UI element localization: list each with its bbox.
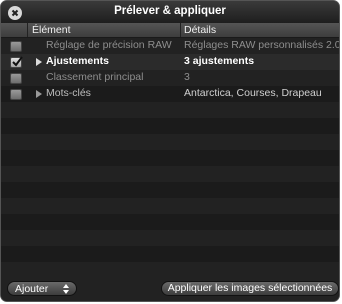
row-details: Réglages RAW personnalisés 2.0 [184, 39, 340, 51]
empty-row [1, 214, 339, 230]
table-header: Élément Détails [1, 23, 339, 38]
row-checkbox[interactable] [10, 56, 23, 68]
table-row[interactable]: Réglage de précision RAW Réglages RAW pe… [1, 38, 339, 54]
column-divider [180, 23, 181, 37]
row-element: Ajustements [46, 55, 110, 67]
row-details: Antarctica, Courses, Drapeau [184, 87, 322, 99]
empty-row [1, 134, 339, 150]
add-popup-label: Ajouter [15, 283, 49, 295]
add-popup-button[interactable]: Ajouter [7, 281, 77, 296]
column-divider [27, 23, 28, 37]
empty-row [1, 246, 339, 262]
empty-row [1, 182, 339, 198]
empty-row [1, 230, 339, 246]
table-row[interactable]: Classement principal 3 [1, 70, 339, 86]
apply-to-selected-button[interactable]: Appliquer les images sélectionnées [161, 281, 339, 296]
title-bar: Prélever & appliquer [1, 1, 339, 24]
table-row[interactable]: Ajustements 3 ajustements [1, 54, 339, 70]
window-title: Prélever & appliquer [114, 5, 226, 17]
disclosure-triangle-icon[interactable] [36, 58, 42, 66]
checkmark-icon [12, 56, 23, 67]
empty-row [1, 150, 339, 166]
row-checkbox[interactable] [10, 41, 22, 52]
empty-row [1, 118, 339, 134]
empty-row [1, 198, 339, 214]
column-header-element[interactable]: Élément [32, 24, 71, 36]
row-checkbox[interactable] [10, 73, 22, 84]
row-details: 3 [184, 71, 190, 83]
lift-and-stamp-window: Prélever & appliquer Élément Détails Rég… [0, 0, 340, 302]
disclosure-triangle-icon[interactable] [36, 90, 42, 98]
up-down-arrows-icon [63, 284, 69, 294]
column-header-details[interactable]: Détails [184, 24, 216, 36]
table-row[interactable]: Mots-clés Antarctica, Courses, Drapeau [1, 86, 339, 102]
empty-row [1, 102, 339, 118]
row-details: 3 ajustements [184, 55, 255, 67]
row-element: Classement principal [46, 71, 144, 83]
row-element: Réglage de précision RAW [46, 39, 172, 51]
footer-bar: Ajouter Appliquer les images sélectionné… [1, 273, 339, 301]
items-table: Réglage de précision RAW Réglages RAW pe… [1, 38, 339, 275]
row-element: Mots-clés [46, 87, 91, 99]
row-checkbox[interactable] [10, 89, 22, 100]
empty-row [1, 166, 339, 182]
